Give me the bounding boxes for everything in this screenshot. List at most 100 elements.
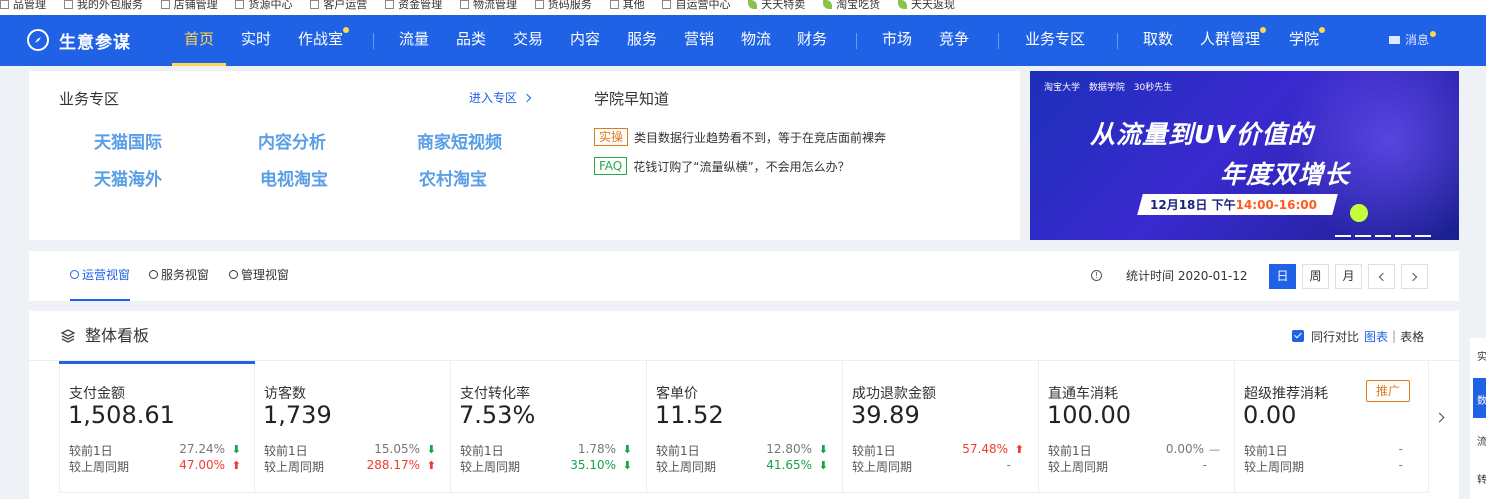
metric-card-through-train-spend[interactable]: 直通车消耗 100.00 较前1日 0.00% — 较上周同期 - [1039, 361, 1235, 493]
info-icon[interactable]: ! [1091, 270, 1102, 281]
nav-divider [856, 33, 857, 49]
carousel-dot[interactable] [1355, 235, 1371, 237]
biz-link-rural-taobao[interactable]: 农村淘宝 [419, 165, 487, 190]
nav-item-category[interactable]: 品类 [456, 15, 486, 66]
metric-row-vs-last-week: 较上周同期 - [1244, 458, 1403, 474]
metric-card-refund-amount[interactable]: 成功退款金额 39.89 较前1日 57.48% ⬆ 较上周同期 - [843, 361, 1039, 493]
nav-item-realtime[interactable]: 实时 [241, 15, 271, 66]
bookmark-item[interactable]: 品管理 [0, 0, 46, 10]
nav-item-logistics[interactable]: 物流 [741, 15, 771, 66]
nav-item-academy[interactable]: 学院 [1289, 15, 1326, 66]
board-title: 整体看板 [85, 326, 150, 345]
bookmark-icon [385, 0, 395, 9]
bookmark-item[interactable]: 物流管理 [459, 0, 517, 10]
side-item[interactable]: 实 [1477, 348, 1486, 363]
bookmark-icon [534, 0, 544, 9]
bookmark-item[interactable]: 自运营中心 [662, 0, 730, 10]
peer-compare-checkbox[interactable] [1292, 330, 1304, 342]
period-month-button[interactable]: 月 [1335, 264, 1362, 289]
tennis-ball-icon [1350, 204, 1368, 222]
bookmark-item[interactable]: 其他 [609, 0, 645, 10]
biz-link-tmall-global[interactable]: 天猫国际 [94, 128, 162, 153]
tab-operations-view[interactable]: 运营视窗 [70, 251, 131, 301]
view-table-link[interactable]: 表格 [1400, 328, 1424, 345]
news-tag: FAQ [594, 157, 628, 175]
metric-value: 7.53% [459, 401, 536, 429]
metric-card-super-recommend-spend[interactable]: 超级推荐消耗 推广 0.00 较前1日 - 较上周同期 - [1235, 361, 1429, 493]
view-chart-link[interactable]: 图表 [1364, 328, 1388, 345]
logo-text: 生意参谋 [59, 32, 131, 53]
nav-item-market[interactable]: 市场 [882, 15, 912, 66]
bookmark-icon [235, 0, 245, 9]
biz-link-merchant-short-video[interactable]: 商家短视频 [417, 128, 502, 153]
bookmark-item[interactable]: 货源中心 [235, 0, 292, 10]
nav-item-war-room[interactable]: 作战室 [298, 15, 350, 66]
promote-button[interactable]: 推广 [1366, 380, 1410, 402]
nav-item-business-zone[interactable]: 业务专区 [1025, 15, 1085, 66]
carousel-dot[interactable] [1335, 235, 1351, 237]
side-item[interactable]: 数 [1477, 392, 1486, 407]
arrow-up-icon: ⬆ [231, 459, 241, 472]
metric-name: 访客数 [264, 386, 306, 402]
view-tabs-bar: 运营视窗 服务视窗 管理视窗 ! 统计时间 2020-01-12 日 周 月 [29, 251, 1459, 301]
arrow-up-icon: ⬆ [1014, 443, 1024, 456]
bookmark-item[interactable]: 客户运营 [310, 0, 367, 10]
period-week-button[interactable]: 周 [1302, 264, 1329, 289]
board-header: 整体看板 同行对比 图表 | 表格 [29, 311, 1459, 361]
next-date-button[interactable] [1401, 264, 1428, 289]
carousel-dot[interactable] [1395, 235, 1411, 237]
biz-link-tv-taobao[interactable]: 电视淘宝 [260, 165, 328, 190]
tab-service-view[interactable]: 服务视窗 [149, 251, 209, 301]
promo-banner[interactable]: 淘宝大学 数据学院 30秒先生 从流量到UV价值的 年度双增长 12月18日 下… [1030, 71, 1459, 240]
metric-card-visitors[interactable]: 访客数 1,739 较前1日 15.05% ⬇ 较上周同期 288.17% ⬆ [255, 361, 451, 493]
nav-divider [998, 33, 999, 49]
nav-item-audience[interactable]: 人群管理 [1200, 15, 1267, 66]
nav-item-service[interactable]: 服务 [627, 15, 657, 66]
carousel-dot[interactable] [1375, 235, 1391, 237]
enter-zone-link[interactable]: 进入专区 [469, 89, 532, 106]
bookmark-item[interactable]: 我的外包服务 [63, 0, 143, 10]
carousel-dot[interactable] [1415, 235, 1431, 237]
news-item[interactable]: FAQ 花钱订购了“流量纵横”，不会用怎么办？ [594, 157, 850, 175]
side-toolbar: 实 数 流 转 [1470, 338, 1486, 499]
nav-item-competition[interactable]: 竞争 [939, 15, 969, 66]
side-item[interactable]: 流 [1477, 433, 1486, 448]
side-item[interactable]: 转 [1477, 471, 1486, 486]
metric-name: 支付转化率 [460, 386, 530, 402]
metric-value: 11.52 [655, 401, 724, 429]
bookmark-item[interactable]: 货码服务 [534, 0, 592, 10]
news-item[interactable]: 实操 类目数据行业趋势看不到，等于在竞店面前裸奔 [594, 128, 886, 146]
biz-link-tmall-overseas[interactable]: 天猫海外 [94, 165, 162, 190]
metric-name: 直通车消耗 [1048, 386, 1118, 402]
banner-logos: 淘宝大学 数据学院 30秒先生 [1044, 80, 1178, 93]
nav-item-trade[interactable]: 交易 [513, 15, 543, 66]
metric-card-conversion-rate[interactable]: 支付转化率 7.53% 较前1日 1.78% ⬇ 较上周同期 35.10% ⬇ [451, 361, 647, 493]
carousel-indicators[interactable] [1335, 226, 1435, 240]
nav-item-traffic[interactable]: 流量 [399, 15, 429, 66]
metric-card-avg-order-value[interactable]: 客单价 11.52 较前1日 12.80% ⬇ 较上周同期 41.65% ⬇ [647, 361, 843, 493]
nav-item-finance[interactable]: 财务 [797, 15, 827, 66]
nav-item-fetch-data[interactable]: 取数 [1143, 15, 1173, 66]
tab-management-view[interactable]: 管理视窗 [229, 251, 289, 301]
nav-item-home[interactable]: 首页 [171, 15, 227, 66]
logo[interactable]: 生意参谋 [27, 28, 131, 53]
metric-card-payment-amount[interactable]: 支付金额 1,508.61 较前1日 27.24% ⬇ 较上周同期 47.00% ⬆ [59, 361, 255, 493]
divider: | [1392, 329, 1397, 343]
metric-row-vs-prev-day: 较前1日 - [1244, 442, 1403, 458]
biz-link-content-analysis[interactable]: 内容分析 [258, 128, 326, 153]
bookmark-icon [63, 0, 73, 9]
dash-icon: — [1209, 443, 1220, 456]
bookmark-item[interactable]: 天天返现 [897, 0, 955, 10]
next-metrics-button[interactable] [1434, 411, 1448, 425]
message-button[interactable]: 消息 [1389, 15, 1437, 66]
period-day-button[interactable]: 日 [1269, 264, 1296, 289]
bookmark-item[interactable]: 资金管理 [385, 0, 442, 10]
bookmark-item[interactable]: 店铺管理 [160, 0, 218, 10]
bookmark-item[interactable]: 天天特卖 [748, 0, 805, 10]
nav-item-marketing[interactable]: 营销 [684, 15, 714, 66]
prev-date-button[interactable] [1368, 264, 1395, 289]
nav-item-content[interactable]: 内容 [570, 15, 600, 66]
bookmark-item[interactable]: 淘宝吃货 [823, 0, 880, 10]
metric-row-vs-last-week: 较上周同期 - [852, 458, 1011, 474]
academy-title: 学院早知道 [594, 90, 670, 108]
